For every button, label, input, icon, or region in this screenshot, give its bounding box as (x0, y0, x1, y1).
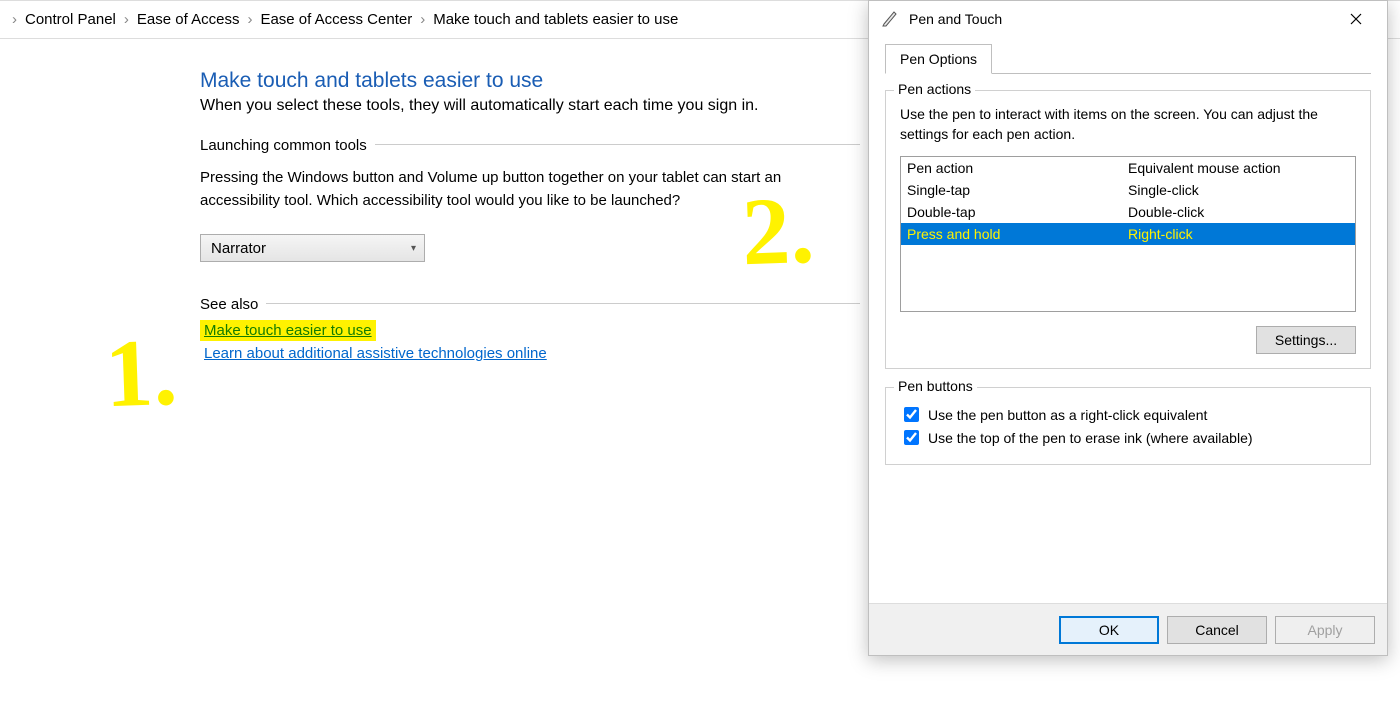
list-item[interactable]: Double-tap Double-click (901, 201, 1355, 223)
group-pen-buttons: Pen buttons Use the pen button as a righ… (885, 387, 1371, 465)
section-launching-tools: Launching common tools Pressing the Wind… (200, 137, 860, 262)
main-content: Make touch and tablets easier to use Whe… (0, 39, 860, 362)
chevron-right-icon: › (416, 11, 429, 28)
list-item-selected[interactable]: Press and hold Right-click (901, 223, 1355, 245)
chevron-down-icon: ▾ (411, 243, 416, 254)
breadcrumb-item[interactable]: Make touch and tablets easier to use (433, 11, 678, 28)
dialog-titlebar: Pen and Touch (869, 1, 1387, 37)
tab-pen-options[interactable]: Pen Options (885, 44, 992, 74)
chevron-right-icon: › (243, 11, 256, 28)
link-assistive-technologies[interactable]: Learn about additional assistive technol… (200, 343, 551, 364)
pen-and-touch-dialog: Pen and Touch Pen Options Pen actions Us… (868, 0, 1388, 656)
divider (200, 303, 860, 304)
close-icon (1350, 13, 1362, 25)
breadcrumb-item[interactable]: Ease of Access Center (260, 11, 412, 28)
settings-button[interactable]: Settings... (1256, 326, 1356, 354)
section-description: Pressing the Windows button and Volume u… (200, 167, 860, 212)
dropdown-value: Narrator (211, 240, 266, 257)
apply-button[interactable]: Apply (1275, 616, 1375, 644)
accessibility-tool-dropdown[interactable]: Narrator ▾ (200, 234, 425, 262)
group-pen-actions: Pen actions Use the pen to interact with… (885, 90, 1371, 369)
column-header: Pen action (907, 160, 1128, 176)
pen-actions-list[interactable]: Pen action Equivalent mouse action Singl… (900, 156, 1356, 312)
section-heading: See also (200, 296, 266, 313)
chevron-right-icon: › (120, 11, 133, 28)
group-description: Use the pen to interact with items on th… (900, 105, 1356, 144)
breadcrumb-item[interactable]: Control Panel (25, 11, 116, 28)
cancel-button[interactable]: Cancel (1167, 616, 1267, 644)
checkbox-right-click-equivalent[interactable]: Use the pen button as a right-click equi… (900, 404, 1356, 425)
dialog-footer: OK Cancel Apply (869, 603, 1387, 655)
list-header: Pen action Equivalent mouse action (901, 157, 1355, 179)
section-heading: Launching common tools (200, 137, 375, 154)
checkbox-erase-ink[interactable]: Use the top of the pen to erase ink (whe… (900, 427, 1356, 448)
chevron-right-icon: › (8, 11, 21, 28)
ok-button[interactable]: OK (1059, 616, 1159, 644)
page-subtitle: When you select these tools, they will a… (200, 97, 860, 115)
page-title: Make touch and tablets easier to use (200, 69, 860, 93)
breadcrumb-item[interactable]: Ease of Access (137, 11, 240, 28)
close-button[interactable] (1335, 4, 1377, 34)
column-header: Equivalent mouse action (1128, 160, 1349, 176)
link-make-touch-easier[interactable]: Make touch easier to use (200, 320, 376, 341)
checkbox-input[interactable] (904, 407, 919, 422)
tab-strip: Pen Options (885, 43, 1371, 74)
list-item[interactable]: Single-tap Single-click (901, 179, 1355, 201)
group-title: Pen actions (894, 81, 975, 97)
pen-icon (881, 9, 899, 30)
dialog-title: Pen and Touch (909, 11, 1002, 27)
group-title: Pen buttons (894, 378, 977, 394)
section-see-also: See also Make touch easier to use Learn … (200, 296, 860, 362)
checkbox-input[interactable] (904, 430, 919, 445)
